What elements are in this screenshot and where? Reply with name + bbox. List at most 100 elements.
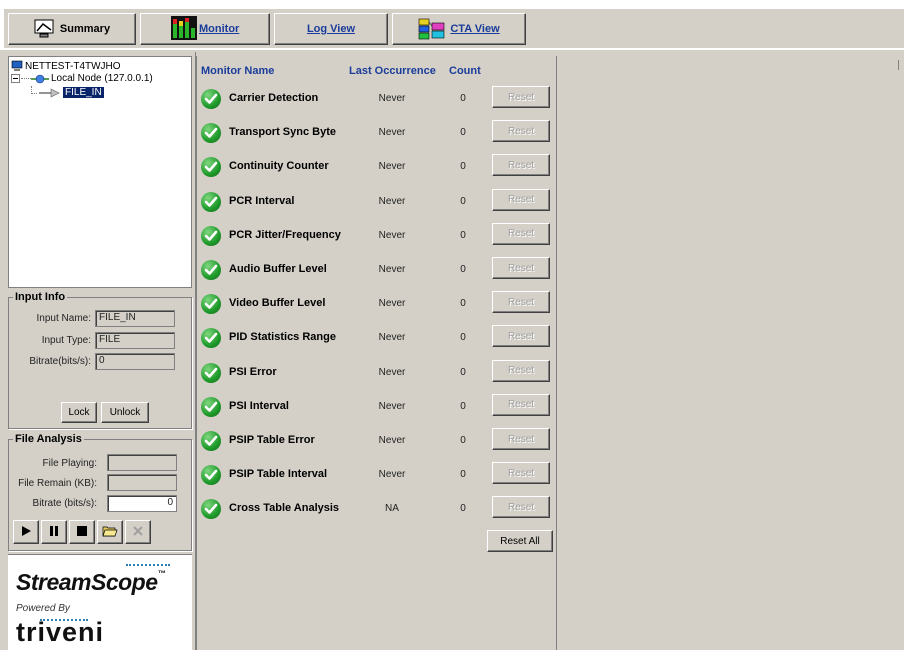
tree-node-label: Local Node (127.0.0.1) (51, 73, 153, 84)
file-bitrate-label: Bitrate (bits/s): (32, 498, 97, 509)
product-logo: StreamScope™ (16, 569, 165, 596)
toolbar: Summary Monitor Log View CTA View (0, 0, 904, 50)
splitter-handle[interactable] (898, 60, 902, 70)
check-circle-icon (201, 396, 221, 417)
file-remain-field (107, 474, 177, 491)
file-playing-field (107, 454, 177, 471)
monitor-name: PCR Jitter/Frequency (229, 228, 341, 241)
input-bitrate-field: 0 (95, 353, 175, 370)
detail-panel (556, 56, 904, 650)
tree-root-label: NETTEST-T4TWJHO (25, 60, 121, 72)
tree-root[interactable]: NETTEST-T4TWJHO (11, 60, 121, 72)
file-remain-label: File Remain (KB): (18, 478, 97, 489)
input-info-group: Input Info Input Name: FILE_IN Input Typ… (8, 291, 192, 429)
reset-button[interactable]: Reset (492, 428, 550, 450)
play-icon (20, 525, 32, 540)
open-file-button[interactable] (97, 520, 123, 544)
monitor-row: PSI Interval Never 0 Reset (197, 390, 557, 424)
check-circle-icon (201, 499, 221, 520)
file-analysis-group: File Analysis File Playing: File Remain … (8, 433, 192, 551)
unlock-button[interactable]: Unlock (101, 402, 149, 423)
check-circle-icon (201, 191, 221, 212)
monitor-last-occurrence: Never (378, 435, 406, 446)
reset-button[interactable]: Reset (492, 291, 550, 314)
check-circle-icon (201, 260, 221, 280)
tree-input-label: FILE_IN (63, 87, 104, 98)
reset-all-button[interactable]: Reset All (487, 530, 553, 552)
file-bitrate-input[interactable]: 0 (107, 495, 177, 512)
input-name-label: Input Name: (36, 313, 91, 324)
stop-button[interactable] (69, 520, 95, 544)
monitor-last-occurrence: Never (378, 366, 406, 378)
close-icon (132, 525, 144, 540)
monitor-last-occurrence: Never (378, 161, 406, 173)
monitor-last-occurrence: Never (378, 469, 406, 481)
reset-button[interactable]: Reset (492, 393, 550, 416)
summary-monitor-icon (34, 19, 56, 39)
monitor-name: PSI Error (229, 365, 277, 378)
monitor-row: Continuity Counter Never 0 Reset (197, 150, 557, 184)
reset-button[interactable]: Reset (492, 222, 550, 245)
lock-button[interactable]: Lock (61, 402, 97, 423)
monitor-name: Continuity Counter (229, 160, 329, 173)
monitor-name: Carrier Detection (229, 92, 319, 104)
tree-input-file[interactable]: FILE_IN (31, 85, 104, 98)
collapse-icon[interactable] (11, 74, 20, 83)
input-type-label: Input Type: (41, 335, 91, 346)
input-arrow-icon (39, 88, 61, 98)
powered-by-text: Powered By (16, 603, 70, 614)
ctaview-tab-button[interactable]: CTA View (392, 13, 526, 45)
network-node-icon (31, 74, 49, 84)
branding-panel: StreamScope™ Powered By triveni (8, 554, 192, 650)
monitor-count: 0 (460, 298, 466, 310)
stop-icon (76, 525, 88, 540)
monitor-name: PSI Interval (229, 399, 289, 412)
check-circle-icon (201, 123, 221, 144)
monitor-row: PSIP Table Interval Never 0 Reset (197, 458, 557, 492)
check-circle-icon (201, 225, 221, 246)
monitor-tab-button[interactable]: Monitor (140, 13, 270, 45)
monitor-name: Cross Table Analysis (229, 502, 340, 515)
reset-button[interactable]: Reset (492, 120, 550, 143)
monitor-row: PID Statistics Range Never 0 Reset (197, 321, 557, 355)
input-type-field: FILE (95, 332, 175, 349)
monitor-name: PCR Interval (229, 194, 295, 207)
input-bitrate-label: Bitrate(bits/s): (29, 356, 91, 367)
computer-icon (11, 60, 23, 72)
monitor-last-occurrence: Never (378, 229, 406, 241)
monitor-row: Video Buffer Level Never 0 Reset (197, 287, 557, 321)
monitor-last-occurrence: Never (378, 400, 406, 412)
reset-button[interactable]: Reset (492, 86, 550, 108)
monitor-count: 0 (460, 366, 466, 378)
logview-tab-button[interactable]: Log View (274, 13, 388, 45)
reset-button[interactable]: Reset (492, 325, 550, 348)
open-folder-icon (102, 524, 118, 541)
summary-button[interactable]: Summary (8, 13, 136, 45)
monitor-last-occurrence: Never (378, 195, 406, 207)
tree-node-local[interactable]: Local Node (127.0.0.1) (11, 73, 153, 84)
play-button[interactable] (13, 520, 39, 544)
reset-button[interactable]: Reset (492, 462, 550, 485)
monitor-tab-label: Monitor (199, 23, 240, 35)
check-circle-icon (201, 465, 221, 486)
monitor-name: PSIP Table Error (229, 434, 315, 446)
file-analysis-title: File Analysis (13, 433, 84, 445)
close-file-button[interactable] (125, 520, 151, 544)
reset-button[interactable]: Reset (492, 496, 550, 519)
input-info-title: Input Info (13, 291, 68, 303)
monitor-name: PID Statistics Range (229, 331, 336, 344)
reset-button[interactable]: Reset (492, 154, 550, 177)
reset-button[interactable]: Reset (492, 359, 550, 382)
company-logo: triveni (16, 617, 105, 647)
reset-button[interactable]: Reset (492, 257, 550, 279)
cta-stack-icon (418, 18, 446, 40)
monitor-row: Audio Buffer Level Never 0 Reset (197, 253, 557, 287)
pause-button[interactable] (41, 520, 67, 544)
check-circle-icon (201, 294, 221, 315)
logview-tab-label: Log View (306, 23, 356, 35)
logo-dots (126, 564, 170, 567)
monitor-count: 0 (460, 264, 466, 275)
reset-button[interactable]: Reset (492, 188, 550, 211)
monitor-count: 0 (460, 435, 466, 446)
node-tree: NETTEST-T4TWJHO Local Node (127.0.0.1) F… (8, 56, 192, 288)
